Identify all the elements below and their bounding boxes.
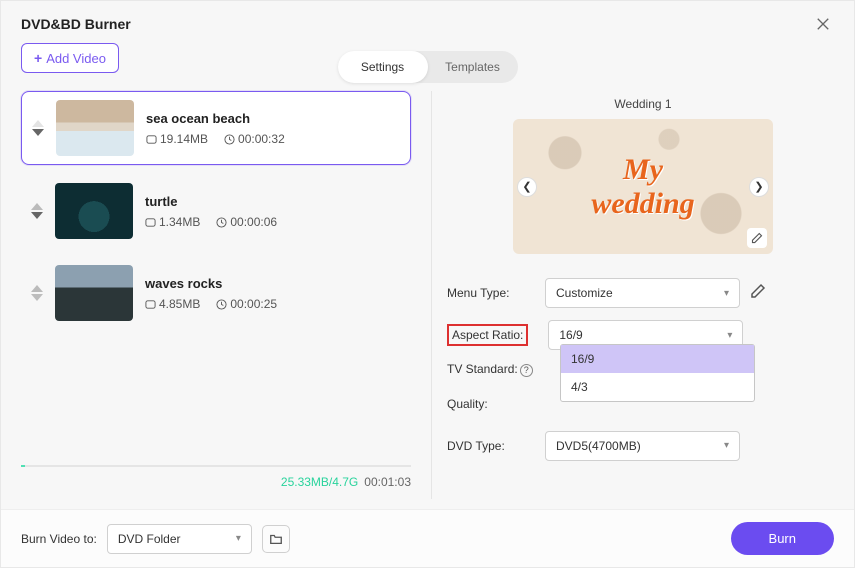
edit-preview-icon[interactable] (747, 228, 767, 248)
video-duration: 00:00:25 (230, 297, 277, 311)
move-down-icon[interactable] (31, 212, 43, 219)
video-item[interactable]: turtle 1.34MB 00:00:06 (21, 175, 411, 247)
menu-type-select[interactable]: Customize▾ (545, 278, 740, 308)
preview-menu-text: My wedding (578, 153, 708, 221)
video-item[interactable]: sea ocean beach 19.14MB 00:00:32 (21, 91, 411, 165)
browse-folder-icon[interactable] (262, 525, 290, 553)
burn-to-select[interactable]: DVD Folder▾ (107, 524, 252, 554)
video-size: 4.85MB (159, 297, 200, 311)
preview-title: Wedding 1 (447, 97, 839, 111)
clock-icon (216, 217, 227, 228)
video-thumbnail (56, 100, 134, 156)
usage-bar-fill (21, 465, 25, 467)
video-duration: 00:00:06 (230, 215, 277, 229)
total-time: 00:01:03 (364, 475, 411, 489)
move-up-icon[interactable] (31, 203, 43, 210)
usage-bar (21, 465, 411, 467)
edit-menu-icon[interactable] (750, 283, 766, 304)
chevron-down-icon: ▾ (727, 330, 732, 341)
add-video-label: Add Video (46, 51, 106, 66)
video-name: sea ocean beach (146, 111, 400, 126)
total-size: 25.33MB/4.7G (281, 475, 358, 489)
tab-settings[interactable]: Settings (338, 51, 428, 83)
size-icon (145, 299, 156, 310)
move-down-icon[interactable] (32, 129, 44, 136)
size-icon (145, 217, 156, 228)
add-video-button[interactable]: + Add Video (21, 43, 119, 73)
preview-prev-icon[interactable]: ❮ (517, 177, 537, 197)
video-size: 19.14MB (160, 132, 208, 146)
video-name: waves rocks (145, 276, 401, 291)
aspect-option[interactable]: 16/9 (561, 345, 754, 373)
clock-icon (216, 299, 227, 310)
quality-label: Quality: (447, 397, 545, 411)
clock-icon (224, 134, 235, 145)
aspect-ratio-dropdown: 16/9 4/3 (560, 344, 755, 402)
burn-button[interactable]: Burn (731, 522, 834, 555)
close-icon[interactable] (812, 13, 834, 35)
video-thumbnail (55, 265, 133, 321)
preview-next-icon[interactable]: ❯ (749, 177, 769, 197)
video-size: 1.34MB (159, 215, 200, 229)
chevron-down-icon: ▾ (236, 533, 241, 544)
aspect-ratio-label: Aspect Ratio: (447, 324, 528, 346)
video-item[interactable]: waves rocks 4.85MB 00:00:25 (21, 257, 411, 329)
dvd-type-select[interactable]: DVD5(4700MB)▾ (545, 431, 740, 461)
burn-to-label: Burn Video to: (21, 532, 97, 546)
menu-type-label: Menu Type: (447, 286, 545, 300)
help-icon[interactable]: ? (520, 364, 533, 377)
plus-icon: + (34, 50, 42, 66)
video-name: turtle (145, 194, 401, 209)
dvd-type-label: DVD Type: (447, 439, 545, 453)
window-title: DVD&BD Burner (21, 16, 131, 32)
move-up-icon[interactable] (32, 120, 44, 127)
menu-preview: My wedding ❮ ❯ (513, 119, 773, 254)
move-up-icon[interactable] (31, 285, 43, 292)
move-down-icon[interactable] (31, 294, 43, 301)
video-duration: 00:00:32 (238, 132, 285, 146)
aspect-option[interactable]: 4/3 (561, 373, 754, 401)
tab-toggle: Settings Templates (338, 51, 518, 83)
chevron-down-icon: ▾ (724, 440, 729, 451)
tv-standard-label: TV Standard:? (447, 362, 545, 377)
video-thumbnail (55, 183, 133, 239)
tab-templates[interactable]: Templates (428, 51, 518, 83)
size-icon (146, 134, 157, 145)
chevron-down-icon: ▾ (724, 288, 729, 299)
